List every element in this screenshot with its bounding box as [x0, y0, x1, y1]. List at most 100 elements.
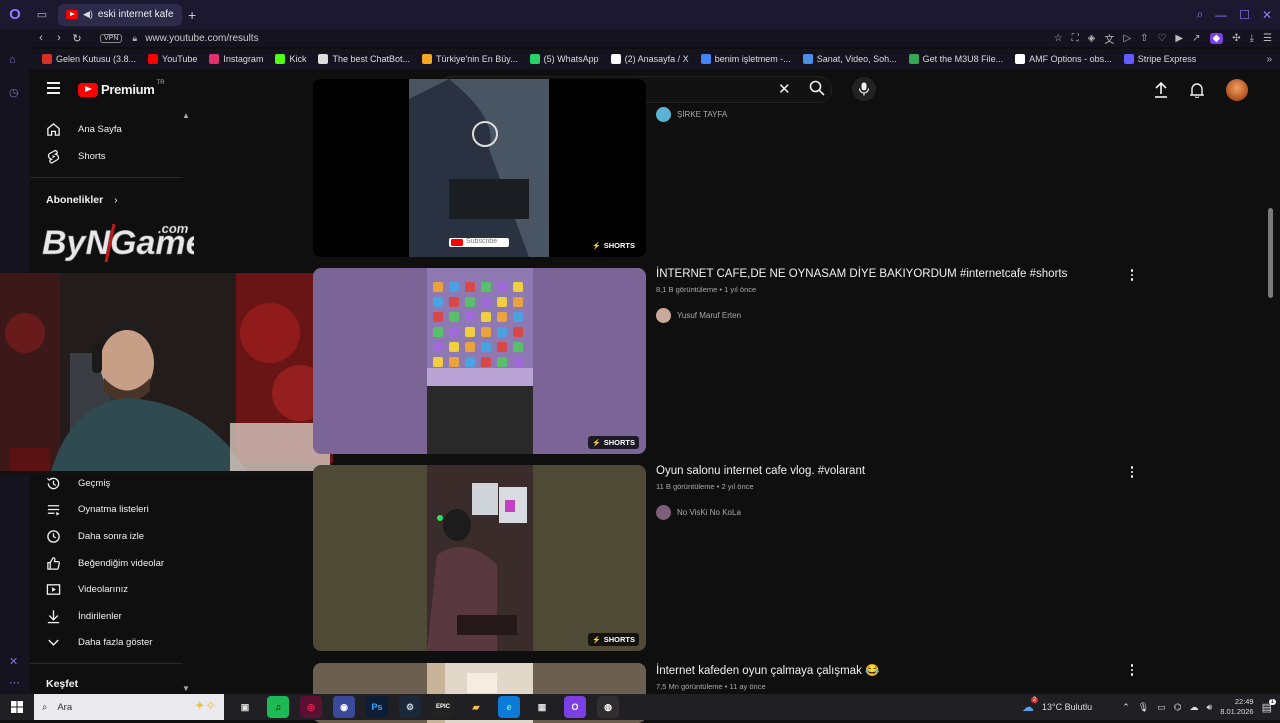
channel-link[interactable]: ŞİRKE TAYFA — [656, 107, 727, 122]
mic-tray-icon[interactable]: 🎙︎ — [1138, 702, 1149, 713]
channel-avatar[interactable] — [656, 505, 671, 520]
snapshot-icon[interactable]: ⛶ — [1072, 33, 1079, 44]
guide-menu-icon[interactable] — [47, 82, 60, 94]
guide-scroll-up-icon[interactable]: ▲ — [182, 111, 190, 120]
heart-icon[interactable]: ♡ — [1157, 33, 1166, 44]
player-icon[interactable]: ▷ — [1123, 33, 1131, 44]
clock[interactable]: 22:49 8.01.2026 — [1220, 697, 1253, 717]
pin-icon[interactable]: ⇧ — [1140, 33, 1148, 44]
close-button[interactable]: ✕ — [1262, 8, 1272, 22]
edge-icon[interactable]: e — [498, 696, 520, 718]
subscriptions-header[interactable]: Abonelikler › — [46, 194, 118, 206]
display-icon[interactable]: ▭ — [1157, 702, 1166, 713]
youtube-premium-logo[interactable]: Premium TR — [78, 80, 165, 97]
cloud-icon[interactable]: ☁ — [1190, 702, 1199, 713]
bookmark-item[interactable]: (5) WhatsApp — [529, 54, 599, 64]
avatar[interactable] — [1226, 79, 1248, 101]
more-actions-icon[interactable] — [1129, 466, 1135, 478]
bookmark-item[interactable]: Instagram — [209, 54, 263, 64]
file-explorer-icon[interactable]: ▰ — [465, 696, 487, 718]
video-thumbnail[interactable]: Subscribe ⚡ SHORTS — [313, 79, 646, 257]
chrome-icon[interactable]: ◉ — [333, 696, 355, 718]
extensions-icon[interactable]: ✣ — [1232, 33, 1240, 44]
minimize-button[interactable]: — — [1215, 8, 1227, 22]
photoshop-icon[interactable]: Ps — [366, 696, 388, 718]
bookmark-item[interactable]: YouTube — [148, 54, 197, 64]
taskbar-search[interactable]: ⌕ Ara ✦✧ — [34, 694, 224, 720]
tab-menu-icon[interactable]: ▭ — [30, 0, 54, 29]
easy-setup-icon[interactable]: ☰ — [1263, 33, 1272, 44]
show-more-button[interactable]: Daha fazla göster — [46, 633, 152, 651]
forward-button[interactable]: › — [50, 32, 68, 44]
channel-name[interactable]: ŞİRKE TAYFA — [677, 110, 727, 119]
guide-scroll-down-icon[interactable]: ▼ — [182, 684, 190, 693]
translate-icon[interactable]: 文 — [1104, 31, 1114, 46]
bookmark-item[interactable]: Sanat, Video, Soh... — [802, 54, 897, 64]
bookmark-item[interactable]: Get the M3U8 File... — [908, 54, 1003, 64]
task-view-icon[interactable]: ▣ — [234, 696, 256, 718]
shield-icon[interactable]: ◈ — [1088, 33, 1096, 44]
bookmark-item[interactable]: Türkiye'nin En Büy... — [422, 54, 518, 64]
channel-name[interactable]: Yusuf Maruf Erten — [677, 311, 741, 320]
voice-search-button[interactable] — [852, 77, 876, 101]
lock-icon[interactable]: 🔒︎ — [132, 33, 137, 44]
speaker-icon[interactable]: ◀) — [83, 9, 93, 20]
sidebar-item-playlists[interactable]: Oynatma listeleri — [46, 500, 149, 518]
clear-search-icon[interactable]: ✕ — [778, 80, 791, 98]
tab-youtube[interactable]: ◀) eski internet kafe videos — [58, 3, 182, 26]
history-rail-icon[interactable]: ◷ — [9, 86, 19, 99]
sidebar-item-shorts[interactable]: Shorts — [46, 147, 105, 165]
sidebar-item-watch-later[interactable]: Daha sonra izle — [46, 527, 144, 545]
channel-link[interactable]: Yusuf Maruf Erten — [656, 308, 1067, 323]
new-tab-button[interactable]: + — [188, 7, 196, 23]
sidebar-item-your-videos[interactable]: Videolarınız — [46, 580, 128, 598]
vpn-badge[interactable]: VPN — [100, 33, 123, 43]
spotify-icon[interactable]: ♫ — [267, 696, 289, 718]
sidebar-item-downloads[interactable]: İndirilenler — [46, 607, 122, 625]
bookmark-item[interactable]: benim işletmem -... — [700, 54, 791, 64]
channel-link[interactable]: No VisKi No KoLa — [656, 505, 865, 520]
video-thumbnail[interactable]: ⚡ SHORTS — [313, 465, 646, 651]
video-thumbnail[interactable]: ⚡ SHORTS — [313, 268, 646, 454]
video-title[interactable]: İNTERNET CAFE,DE NE OYNASAM DİYE BAKIYOR… — [656, 268, 1067, 280]
video-title[interactable]: İnternet kafeden oyun çalmaya çalışmak 😂 — [656, 663, 879, 677]
bookmark-item[interactable]: Stripe Express — [1123, 54, 1196, 64]
steam-icon[interactable]: ⚙ — [399, 696, 421, 718]
sidebar-item-history[interactable]: Geçmiş — [46, 474, 110, 492]
network-icon[interactable]: ⌬ — [1174, 702, 1182, 713]
subscribe-overlay-label[interactable]: Subscribe — [466, 238, 497, 245]
workspace-icon[interactable]: ⌂ — [9, 54, 16, 66]
bookmark-item[interactable]: Kick — [275, 54, 306, 64]
reload-button[interactable]: ↻ — [68, 32, 86, 45]
play-icon[interactable]: ▶ — [1175, 33, 1183, 44]
sidebar-item-liked-videos[interactable]: Beğendiğim videolar — [46, 554, 164, 572]
gx-icon[interactable]: ✕ — [9, 655, 18, 668]
url-field[interactable]: www.youtube.com/results — [145, 33, 258, 44]
volume-icon[interactable]: 🔊︎ — [1207, 702, 1213, 713]
channel-avatar[interactable] — [656, 107, 671, 122]
opera-icon[interactable]: O — [564, 696, 586, 718]
weather-text[interactable]: 13°C Bulutlu — [1042, 702, 1092, 712]
more-rail-icon[interactable]: ⋯ — [9, 676, 20, 689]
notification-icon[interactable]: ▤ 1 — [1262, 698, 1276, 714]
opera-logo-icon[interactable]: O — [0, 0, 30, 29]
obs-icon[interactable]: ◍ — [597, 696, 619, 718]
start-button[interactable] — [0, 701, 34, 713]
notifications-bell-icon[interactable] — [1190, 82, 1204, 98]
page-scrollbar[interactable] — [1268, 208, 1273, 298]
share-icon[interactable]: ↗ — [1192, 33, 1200, 44]
epic-games-icon[interactable]: EPIC — [432, 696, 454, 718]
tray-overflow-icon[interactable]: ⌃ — [1122, 702, 1130, 713]
sidebar-item-home[interactable]: Ana Sayfa — [46, 120, 122, 138]
bookmark-item[interactable]: Gelen Kutusu (3.8... — [42, 54, 136, 64]
search-tabs-icon[interactable]: ⌕ — [1196, 7, 1203, 22]
upload-icon[interactable] — [1154, 82, 1168, 98]
bookmark-page-icon[interactable]: ☆ — [1054, 33, 1063, 44]
weather-icon[interactable]: ☁ 2 — [1022, 697, 1039, 714]
bookmark-item[interactable]: The best ChatBot... — [318, 54, 410, 64]
video-title[interactable]: Oyun salonu internet cafe vlog. #volaran… — [656, 465, 865, 477]
bookmark-item[interactable]: AMF Options - obs... — [1015, 54, 1112, 64]
bookmark-item[interactable]: (2) Anasayfa / X — [610, 54, 689, 64]
more-actions-icon[interactable] — [1129, 664, 1135, 676]
search-icon[interactable] — [809, 80, 825, 96]
